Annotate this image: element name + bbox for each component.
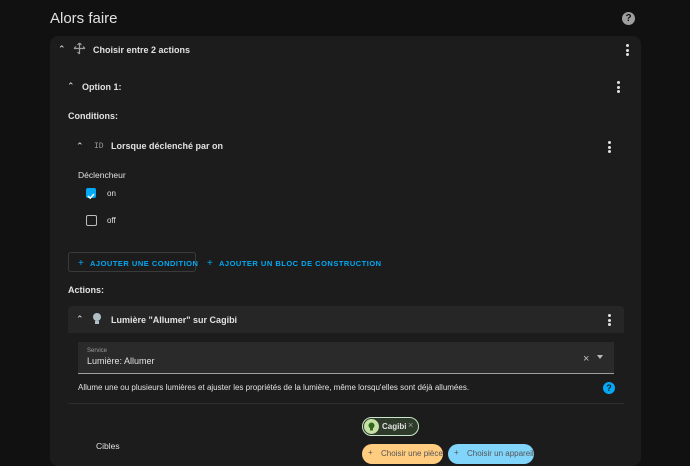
service-field-value: Lumière: Allumer xyxy=(87,356,155,366)
more-vert-icon[interactable] xyxy=(608,314,612,328)
lightbulb-icon xyxy=(364,419,379,434)
checkbox-on[interactable] xyxy=(86,188,96,200)
lightbulb-icon xyxy=(93,313,101,324)
chevron-up-icon[interactable]: ⌃ xyxy=(67,81,75,92)
trigger-condition-label: Lorsque déclenché par on xyxy=(111,141,224,151)
actions-heading: Actions: xyxy=(68,285,104,295)
split-icon xyxy=(73,42,86,55)
close-icon[interactable]: × xyxy=(408,420,413,430)
service-field-label: Service xyxy=(87,348,108,354)
dropdown-arrow-icon[interactable] xyxy=(597,355,603,359)
divider xyxy=(68,403,624,404)
checkbox-off-label: off xyxy=(107,216,116,225)
more-vert-icon[interactable] xyxy=(617,81,621,95)
more-vert-icon[interactable] xyxy=(626,44,630,58)
plus-icon: + xyxy=(368,448,373,457)
help-icon[interactable]: ? xyxy=(603,382,615,394)
choose-action-card xyxy=(50,36,641,466)
more-vert-icon[interactable] xyxy=(608,141,612,155)
option-label: Option 1: xyxy=(82,82,122,92)
chevron-up-icon[interactable]: ⌃ xyxy=(76,141,84,152)
choose-label: Choisir entre 2 actions xyxy=(93,45,191,55)
help-icon[interactable]: ? xyxy=(622,12,635,25)
page-title: Alors faire xyxy=(50,10,118,27)
chevron-up-icon[interactable]: ⌃ xyxy=(76,314,84,325)
service-description: Allume une ou plusieurs lumières et ajus… xyxy=(78,383,470,392)
target-chip-label: Cagibi xyxy=(382,422,407,431)
action-item-label: Lumière "Allumer" sur Cagibi xyxy=(111,315,238,325)
clear-icon[interactable]: × xyxy=(583,353,589,365)
chevron-up-icon[interactable]: ⌃ xyxy=(58,44,66,55)
id-icon: ID xyxy=(94,142,104,151)
add-block-button[interactable]: AJOUTER UN BLOC DE CONSTRUCTION xyxy=(219,259,382,268)
service-field[interactable] xyxy=(78,342,614,374)
plus-icon: + xyxy=(454,448,459,457)
plus-icon: + xyxy=(78,258,85,269)
checkbox-on-label: on xyxy=(107,189,116,198)
declencheur-heading: Déclencheur xyxy=(78,170,126,180)
add-condition-label: AJOUTER UNE CONDITION xyxy=(90,259,199,268)
plus-icon: + xyxy=(207,258,214,269)
targets-label: Cibles xyxy=(96,441,120,451)
checkbox-off[interactable] xyxy=(86,215,97,226)
check-icon xyxy=(87,193,95,200)
conditions-heading: Conditions: xyxy=(68,111,118,121)
